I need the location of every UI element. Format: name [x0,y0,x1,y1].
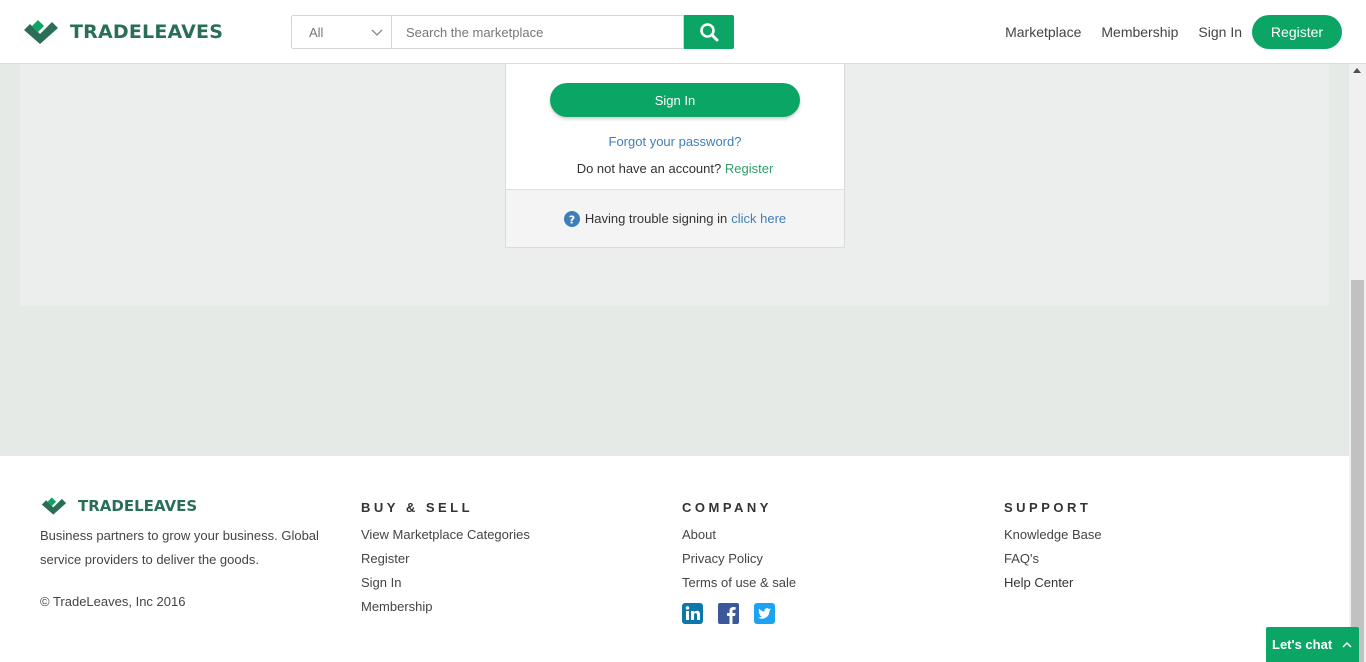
logo[interactable]: TRADELEAVES [24,18,223,46]
signin-button[interactable]: Sign In [550,83,800,117]
footer-link-privacy[interactable]: Privacy Policy [682,547,796,571]
trouble-signin-box: ? Having trouble signing in click here [506,189,844,247]
footer-link-register[interactable]: Register [361,547,530,571]
chevron-up-icon [1342,641,1352,648]
footer-buy-sell-heading: BUY & SELL [361,500,474,515]
linkedin-icon[interactable] [682,603,703,624]
scroll-up-arrow-icon[interactable] [1353,68,1361,73]
footer-link-knowledge-base[interactable]: Knowledge Base [1004,523,1102,547]
site-footer: TRADELEAVES Business partners to grow yo… [0,456,1349,662]
trouble-text: Having trouble signing in [584,211,728,226]
facebook-icon[interactable] [718,603,739,624]
brand-name: TRADELEAVES [70,21,224,43]
footer-support-heading: SUPPORT [1004,500,1092,515]
search-input[interactable] [391,15,684,49]
footer-company-column: COMPANY About Privacy Policy Terms of us… [682,500,796,624]
forgot-password-link[interactable]: Forgot your password? [506,134,844,149]
footer-link-membership[interactable]: Membership [361,595,530,619]
search-icon [700,23,719,42]
help-circle-icon: ? [563,210,580,227]
main-nav: Marketplace Membership Sign In Register [985,15,1342,49]
nav-membership[interactable]: Membership [1101,24,1178,40]
no-account-label: Do not have an account? [576,161,722,176]
tradeleaves-logo-icon [24,20,58,44]
footer-buy-sell-column: BUY & SELL View Marketplace Categories R… [361,500,530,619]
twitter-icon[interactable] [754,603,775,624]
footer-brand-name: TRADELEAVES [78,497,198,515]
footer-support-column: SUPPORT Knowledge Base FAQ's Help Center [1004,500,1102,595]
footer-description: Business partners to grow your business.… [40,528,319,567]
page-scrollbar[interactable] [1349,64,1366,662]
footer-link-signin[interactable]: Sign In [361,571,530,595]
signin-card: Sign In Forgot your password? Do not hav… [505,64,845,248]
site-header: TRADELEAVES All Marketplace Membership S… [0,0,1366,64]
scrollbar-thumb[interactable] [1351,280,1364,662]
tradeleaves-logo-icon [41,497,67,515]
footer-logo[interactable]: TRADELEAVES [40,496,197,516]
lets-chat-button[interactable]: Let's chat [1266,627,1359,662]
footer-company-heading: COMPANY [682,500,772,515]
footer-link-faq[interactable]: FAQ's [1004,547,1102,571]
svg-text:?: ? [569,213,575,226]
nav-marketplace[interactable]: Marketplace [1005,24,1081,40]
footer-link-marketplace-categories[interactable]: View Marketplace Categories [361,523,530,547]
chevron-down-icon [371,29,383,36]
chat-label: Let's chat [1272,637,1333,652]
category-select[interactable]: All [291,15,391,49]
social-links [682,603,796,624]
nav-register-button[interactable]: Register [1252,15,1342,49]
no-account-text: Do not have an account? Register [506,161,844,176]
footer-link-about[interactable]: About [682,523,796,547]
footer-link-help-center[interactable]: Help Center [1004,571,1102,595]
nav-signin[interactable]: Sign In [1198,24,1242,40]
search-bar: All [291,15,734,49]
category-select-value: All [309,24,324,40]
footer-copyright: © TradeLeaves, Inc 2016 [40,594,186,609]
register-link[interactable]: Register [725,161,773,176]
trouble-click-here-link[interactable]: click here [731,211,786,226]
search-button[interactable] [684,15,734,49]
footer-link-terms[interactable]: Terms of use & sale [682,571,796,595]
